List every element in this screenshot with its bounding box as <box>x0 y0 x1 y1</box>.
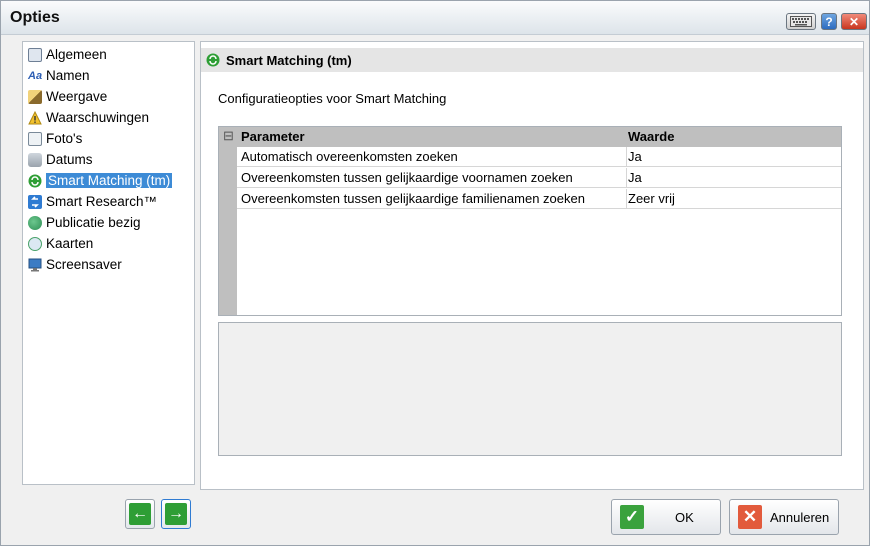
grid-header-row: ⊟ Parameter Waarde <box>219 127 841 147</box>
warning-icon <box>28 110 42 125</box>
sidebar-item-label: Publicatie bezig <box>46 215 141 230</box>
parameter-cell: Overeenkomsten tussen gelijkaardige voor… <box>241 170 573 185</box>
grid-row-header-gutter <box>219 127 237 315</box>
window-title: Opties <box>10 9 60 26</box>
sidebar-item-waarschuwingen[interactable]: Waarschuwingen <box>28 108 149 127</box>
forward-button[interactable]: → <box>161 499 191 529</box>
sidebar-item-label: Kaarten <box>46 236 94 251</box>
globe-icon <box>28 215 42 230</box>
table-row[interactable]: Overeenkomsten tussen gelijkaardige voor… <box>237 168 841 188</box>
settings-page-icon <box>28 47 42 62</box>
parameter-grid: ⊟ Parameter Waarde Automatisch overeenko… <box>218 126 842 316</box>
monitor-icon <box>28 258 42 272</box>
sidebar-item-label: Foto's <box>46 131 83 146</box>
sidebar-item-weergave[interactable]: Weergave <box>28 87 107 106</box>
cancel-button[interactable]: ✕ Annuleren <box>729 499 839 535</box>
sidebar-item-fotos[interactable]: Foto's <box>28 129 82 148</box>
title-bar[interactable]: Opties ? ✕ <box>1 1 869 35</box>
smart-research-icon <box>28 194 42 209</box>
value-cell[interactable]: Ja <box>628 149 642 164</box>
sidebar-item-label: Waarschuwingen <box>46 110 150 125</box>
keyboard-icon[interactable] <box>786 13 816 30</box>
sidebar-item-smart-research[interactable]: Smart Research™ <box>28 192 157 211</box>
table-row[interactable]: Automatisch overeenkomsten zoeken Ja <box>237 147 841 167</box>
value-cell[interactable]: Zeer vrij <box>628 191 675 206</box>
parameter-cell: Automatisch overeenkomsten zoeken <box>241 149 458 164</box>
photo-icon <box>28 131 42 146</box>
table-row[interactable]: Overeenkomsten tussen gelijkaardige fami… <box>237 189 841 209</box>
parameter-cell: Overeenkomsten tussen gelijkaardige fami… <box>241 191 585 206</box>
sidebar-item-label: Namen <box>46 68 90 83</box>
help-icon: ? <box>825 14 833 29</box>
sidebar-item-label: Datums <box>46 152 93 167</box>
value-cell[interactable]: Ja <box>628 170 642 185</box>
sidebar-item-screensaver[interactable]: Screensaver <box>28 255 122 274</box>
close-button[interactable]: ✕ <box>841 13 867 30</box>
help-button[interactable]: ? <box>821 13 837 30</box>
sidebar-item-publicatie-bezig[interactable]: Publicatie bezig <box>28 213 141 232</box>
brush-icon <box>28 89 42 104</box>
collapse-icon[interactable]: ⊟ <box>223 128 234 144</box>
arrow-right-icon: → <box>165 503 187 525</box>
arrow-left-icon: ← <box>129 503 151 525</box>
ok-button-label: OK <box>675 509 694 525</box>
column-header-parameter[interactable]: Parameter <box>241 129 305 144</box>
sidebar-item-label: Smart Matching (tm) <box>46 173 173 188</box>
options-dialog: Opties ? ✕ Algemeen Aa Namen Weergave Wa… <box>0 0 870 546</box>
smart-matching-icon <box>28 174 42 188</box>
map-icon <box>28 236 42 251</box>
column-header-waarde[interactable]: Waarde <box>628 129 674 144</box>
font-icon: Aa <box>28 69 43 82</box>
cancel-button-label: Annuleren <box>770 509 830 525</box>
checkmark-icon: ✓ <box>620 505 644 529</box>
sidebar-item-label: Smart Research™ <box>46 194 158 209</box>
panel-title: Smart Matching (tm) <box>226 52 352 68</box>
options-content-panel: Smart Matching (tm) Configuratieopties v… <box>200 41 864 490</box>
description-pane <box>218 322 842 456</box>
calendar-icon <box>28 152 42 167</box>
options-category-tree: Algemeen Aa Namen Weergave Waarschuwinge… <box>22 41 195 485</box>
sidebar-item-datums[interactable]: Datums <box>28 150 93 169</box>
sidebar-item-label: Algemeen <box>46 47 107 62</box>
panel-header: Smart Matching (tm) <box>201 48 863 72</box>
sidebar-item-smart-matching[interactable]: Smart Matching (tm) <box>28 171 173 190</box>
panel-description: Configuratieopties voor Smart Matching <box>218 91 447 106</box>
sidebar-item-algemeen[interactable]: Algemeen <box>28 45 107 64</box>
smart-matching-icon <box>206 53 220 67</box>
close-icon: ✕ <box>738 505 762 529</box>
sidebar-item-label: Weergave <box>46 89 108 104</box>
ok-button[interactable]: ✓ OK <box>611 499 721 535</box>
close-icon: ✕ <box>848 14 860 29</box>
back-button[interactable]: ← <box>125 499 155 529</box>
sidebar-item-label: Screensaver <box>46 257 122 272</box>
sidebar-item-namen[interactable]: Aa Namen <box>28 66 90 85</box>
sidebar-item-kaarten[interactable]: Kaarten <box>28 234 93 253</box>
